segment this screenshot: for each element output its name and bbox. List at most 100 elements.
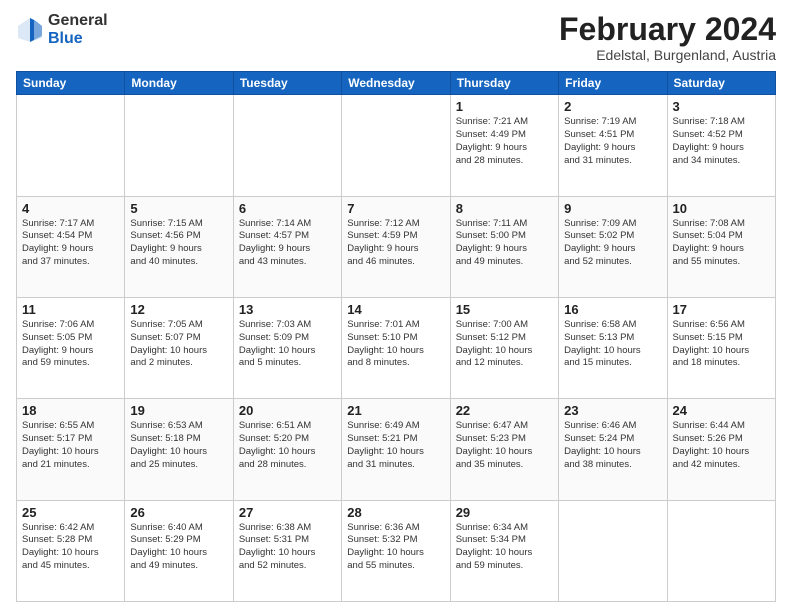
day-number: 21 (347, 403, 444, 418)
table-row: 21 Sunrise: 6:49 AM Sunset: 5:21 PM Dayli… (342, 399, 450, 500)
table-row: 8 Sunrise: 7:11 AM Sunset: 5:00 PM Daylig… (450, 196, 558, 297)
col-monday: Monday (125, 72, 233, 95)
day-number: 19 (130, 403, 227, 418)
day-info: Sunrise: 6:38 AM Sunset: 5:31 PM Dayligh… (239, 522, 336, 573)
logo-general-text: General (48, 12, 108, 30)
day-number: 22 (456, 403, 553, 418)
day-info: Sunrise: 7:06 AM Sunset: 5:05 PM Dayligh… (22, 319, 119, 370)
table-row (559, 500, 667, 601)
day-number: 18 (22, 403, 119, 418)
table-row: 17 Sunrise: 6:56 AM Sunset: 5:15 PM Dayli… (667, 297, 775, 398)
day-number: 14 (347, 302, 444, 317)
col-sunday: Sunday (17, 72, 125, 95)
day-number: 16 (564, 302, 661, 317)
table-row: 6 Sunrise: 7:14 AM Sunset: 4:57 PM Daylig… (233, 196, 341, 297)
day-number: 26 (130, 505, 227, 520)
table-row (233, 95, 341, 196)
day-info: Sunrise: 7:03 AM Sunset: 5:09 PM Dayligh… (239, 319, 336, 370)
logo: General Blue (16, 12, 108, 47)
table-row: 7 Sunrise: 7:12 AM Sunset: 4:59 PM Daylig… (342, 196, 450, 297)
day-number: 7 (347, 201, 444, 216)
day-number: 29 (456, 505, 553, 520)
table-row: 2 Sunrise: 7:19 AM Sunset: 4:51 PM Daylig… (559, 95, 667, 196)
table-row: 28 Sunrise: 6:36 AM Sunset: 5:32 PM Dayli… (342, 500, 450, 601)
table-row: 27 Sunrise: 6:38 AM Sunset: 5:31 PM Dayli… (233, 500, 341, 601)
day-info: Sunrise: 6:58 AM Sunset: 5:13 PM Dayligh… (564, 319, 661, 370)
col-friday: Friday (559, 72, 667, 95)
table-row: 4 Sunrise: 7:17 AM Sunset: 4:54 PM Daylig… (17, 196, 125, 297)
col-wednesday: Wednesday (342, 72, 450, 95)
day-info: Sunrise: 7:14 AM Sunset: 4:57 PM Dayligh… (239, 218, 336, 269)
table-row: 20Sunrise: 6:51 AM Sunset: 5:20 PM Dayli… (233, 399, 341, 500)
day-number: 9 (564, 201, 661, 216)
day-info: Sunrise: 7:18 AM Sunset: 4:52 PM Dayligh… (673, 116, 770, 167)
day-number: 15 (456, 302, 553, 317)
table-row: 13 Sunrise: 7:03 AM Sunset: 5:09 PM Dayli… (233, 297, 341, 398)
day-number: 2 (564, 99, 661, 114)
table-row: 25Sunrise: 6:42 AM Sunset: 5:28 PM Dayli… (17, 500, 125, 601)
logo-blue-text: Blue (48, 30, 108, 48)
day-info: Sunrise: 7:21 AM Sunset: 4:49 PM Dayligh… (456, 116, 553, 167)
table-row: 1 Sunrise: 7:21 AM Sunset: 4:49 PM Daylig… (450, 95, 558, 196)
day-info: Sunrise: 6:44 AM Sunset: 5:26 PM Dayligh… (673, 420, 770, 471)
day-info: Sunrise: 6:36 AM Sunset: 5:32 PM Dayligh… (347, 522, 444, 573)
day-number: 10 (673, 201, 770, 216)
col-thursday: Thursday (450, 72, 558, 95)
day-info: Sunrise: 6:55 AM Sunset: 5:17 PM Dayligh… (22, 420, 119, 471)
table-row (342, 95, 450, 196)
calendar-title: February 2024 (559, 12, 776, 47)
day-number: 13 (239, 302, 336, 317)
day-info: Sunrise: 6:56 AM Sunset: 5:15 PM Dayligh… (673, 319, 770, 370)
day-number: 11 (22, 302, 119, 317)
day-number: 23 (564, 403, 661, 418)
title-block: February 2024 Edelstal, Burgenland, Aust… (559, 12, 776, 63)
day-info: Sunrise: 6:49 AM Sunset: 5:21 PM Dayligh… (347, 420, 444, 471)
day-info: Sunrise: 6:46 AM Sunset: 5:24 PM Dayligh… (564, 420, 661, 471)
col-tuesday: Tuesday (233, 72, 341, 95)
table-row: 5 Sunrise: 7:15 AM Sunset: 4:56 PM Daylig… (125, 196, 233, 297)
day-info: Sunrise: 7:05 AM Sunset: 5:07 PM Dayligh… (130, 319, 227, 370)
table-row: 11 Sunrise: 7:06 AM Sunset: 5:05 PM Dayli… (17, 297, 125, 398)
day-info: Sunrise: 7:17 AM Sunset: 4:54 PM Dayligh… (22, 218, 119, 269)
calendar-header-row: Sunday Monday Tuesday Wednesday Thursday… (17, 72, 776, 95)
day-info: Sunrise: 7:19 AM Sunset: 4:51 PM Dayligh… (564, 116, 661, 167)
table-row: 26 Sunrise: 6:40 AM Sunset: 5:29 PM Dayli… (125, 500, 233, 601)
table-row: 16 Sunrise: 6:58 AM Sunset: 5:13 PM Dayli… (559, 297, 667, 398)
day-info: Sunrise: 7:12 AM Sunset: 4:59 PM Dayligh… (347, 218, 444, 269)
page: General Blue February 2024 Edelstal, Bur… (0, 0, 792, 612)
header: General Blue February 2024 Edelstal, Bur… (16, 12, 776, 63)
table-row: 10 Sunrise: 7:08 AM Sunset: 5:04 PM Dayli… (667, 196, 775, 297)
day-number: 12 (130, 302, 227, 317)
day-info: Sunrise: 7:09 AM Sunset: 5:02 PM Dayligh… (564, 218, 661, 269)
calendar-week-5: 25Sunrise: 6:42 AM Sunset: 5:28 PM Dayli… (17, 500, 776, 601)
day-info: Sunrise: 6:40 AM Sunset: 5:29 PM Dayligh… (130, 522, 227, 573)
day-number: 4 (22, 201, 119, 216)
day-number: 20 (239, 403, 336, 418)
table-row: 3 Sunrise: 7:18 AM Sunset: 4:52 PM Daylig… (667, 95, 775, 196)
table-row: 22 Sunrise: 6:47 AM Sunset: 5:23 PM Dayli… (450, 399, 558, 500)
calendar-week-4: 18 Sunrise: 6:55 AM Sunset: 5:17 PM Dayli… (17, 399, 776, 500)
table-row: 12 Sunrise: 7:05 AM Sunset: 5:07 PM Dayli… (125, 297, 233, 398)
calendar-week-3: 11 Sunrise: 7:06 AM Sunset: 5:05 PM Dayli… (17, 297, 776, 398)
day-number: 24 (673, 403, 770, 418)
calendar-week-2: 4 Sunrise: 7:17 AM Sunset: 4:54 PM Daylig… (17, 196, 776, 297)
day-number: 1 (456, 99, 553, 114)
day-info: Sunrise: 7:01 AM Sunset: 5:10 PM Dayligh… (347, 319, 444, 370)
day-number: 27 (239, 505, 336, 520)
day-info: Sunrise: 7:08 AM Sunset: 5:04 PM Dayligh… (673, 218, 770, 269)
day-info: Sunrise: 6:47 AM Sunset: 5:23 PM Dayligh… (456, 420, 553, 471)
day-info: Sunrise: 7:11 AM Sunset: 5:00 PM Dayligh… (456, 218, 553, 269)
day-info: Sunrise: 7:15 AM Sunset: 4:56 PM Dayligh… (130, 218, 227, 269)
table-row: 29Sunrise: 6:34 AM Sunset: 5:34 PM Dayli… (450, 500, 558, 601)
calendar-table: Sunday Monday Tuesday Wednesday Thursday… (16, 71, 776, 602)
day-number: 8 (456, 201, 553, 216)
day-number: 5 (130, 201, 227, 216)
day-number: 6 (239, 201, 336, 216)
day-number: 17 (673, 302, 770, 317)
logo-icon (16, 16, 44, 44)
calendar-week-1: 1 Sunrise: 7:21 AM Sunset: 4:49 PM Daylig… (17, 95, 776, 196)
table-row: 19Sunrise: 6:53 AM Sunset: 5:18 PM Dayli… (125, 399, 233, 500)
day-number: 3 (673, 99, 770, 114)
day-number: 28 (347, 505, 444, 520)
day-info: Sunrise: 7:00 AM Sunset: 5:12 PM Dayligh… (456, 319, 553, 370)
